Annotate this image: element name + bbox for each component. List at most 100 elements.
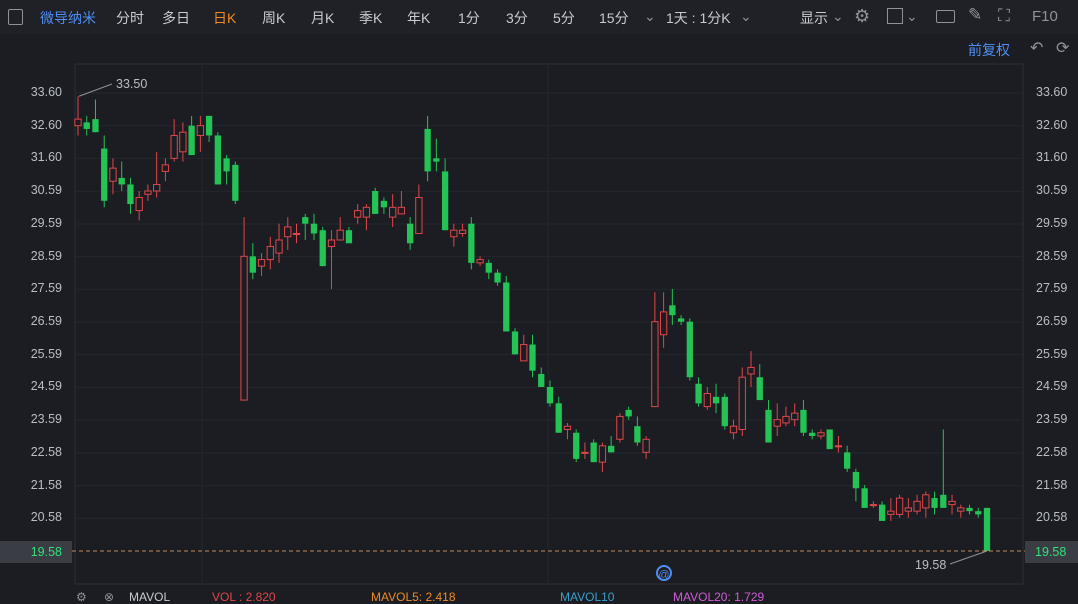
- candle-body: [651, 321, 659, 408]
- right-tick-label: 27.59: [1036, 281, 1068, 296]
- left-tick-label: 23.59: [30, 412, 62, 426]
- stock-name[interactable]: 微导纳米: [40, 8, 96, 28]
- left-tick-label: 21.58: [30, 477, 62, 492]
- right-tick-label: 32.60: [1036, 117, 1068, 132]
- tab-intraday[interactable]: 分时: [116, 8, 144, 28]
- display-chevron-icon[interactable]: ⌄: [832, 8, 844, 25]
- candle-body: [782, 415, 790, 424]
- candle-body: [546, 387, 554, 404]
- left-tick-label: 30.59: [30, 183, 62, 198]
- candle-body: [109, 167, 117, 182]
- candle-body: [310, 223, 318, 234]
- candle-body: [433, 158, 440, 162]
- fullscreen-icon[interactable]: ⛶: [998, 6, 1010, 26]
- settings-gear-icon[interactable]: ⚙: [854, 6, 870, 27]
- right-tick-label: 21.58: [1036, 477, 1068, 492]
- scroll-to-latest-icon[interactable]: @: [656, 565, 672, 581]
- candle-body: [983, 507, 991, 551]
- candle-body: [642, 438, 650, 453]
- tab-3min[interactable]: 3分: [506, 8, 528, 28]
- candle-body: [616, 415, 624, 440]
- candle-body: [389, 206, 397, 218]
- tab-monthly-k[interactable]: 月K: [311, 8, 334, 28]
- left-tick-label: 32.60: [30, 117, 62, 132]
- volume-indicator-name[interactable]: MAVOL: [129, 590, 170, 604]
- candle-body: [520, 344, 528, 362]
- candle-body: [179, 131, 187, 153]
- tab-quarterly-k[interactable]: 季K: [359, 8, 382, 28]
- candle-body: [92, 119, 99, 133]
- candle-body: [659, 311, 668, 336]
- tab-yearly-k[interactable]: 年K: [407, 8, 430, 28]
- candle-body: [336, 229, 344, 241]
- reset-icon[interactable]: ⟳: [1056, 38, 1069, 58]
- candle-body: [538, 373, 545, 388]
- candle-body: [922, 494, 930, 509]
- sidebar-toggle-icon[interactable]: [8, 9, 23, 25]
- tab-multiday[interactable]: 多日: [162, 8, 190, 28]
- candle-body: [485, 262, 492, 273]
- candle-body: [957, 507, 965, 512]
- left-tick-label: 33.60: [30, 85, 62, 99]
- tab-1min[interactable]: 1分: [458, 8, 480, 28]
- candle-body: [319, 230, 326, 267]
- right-tick-label: 20.58: [1036, 510, 1068, 525]
- range-chevron-icon[interactable]: ⌄: [740, 8, 752, 25]
- volume-close-icon[interactable]: ⊗: [104, 590, 114, 604]
- f10-button[interactable]: F10: [1032, 8, 1058, 25]
- candle-body: [302, 217, 309, 224]
- candle-body: [756, 377, 763, 401]
- right-tick-label: 24.59: [1036, 379, 1068, 394]
- right-tick-label: 30.59: [1036, 183, 1068, 198]
- candle-body: [834, 445, 843, 448]
- candle-body: [712, 396, 720, 404]
- volume-legend: ⚙ ⊗ MAVOL VOL : 2.820 MAVOL5: 2.418 MAVO…: [0, 584, 1078, 604]
- candle-body: [170, 134, 178, 159]
- right-tick-label: 33.60: [1036, 85, 1068, 99]
- candle-body: [232, 164, 239, 201]
- checkbox-chevron-icon[interactable]: ⌄: [906, 8, 918, 25]
- candle-body: [809, 432, 816, 437]
- candle-body: [895, 497, 904, 515]
- candle-body: [817, 432, 825, 437]
- candle-body: [101, 148, 108, 201]
- display-menu[interactable]: 显示: [800, 8, 828, 28]
- tab-15min[interactable]: 15分: [599, 8, 629, 28]
- candle-body: [406, 223, 414, 244]
- candle-body: [415, 197, 423, 234]
- mavol10-value: MAVOL10: [560, 590, 615, 604]
- candle-body: [249, 256, 256, 273]
- candle-body: [284, 226, 292, 238]
- candle-body: [327, 239, 336, 248]
- tab-5min[interactable]: 5分: [553, 8, 575, 28]
- candle-body: [844, 452, 851, 469]
- current-price-right: 19.58: [1025, 541, 1078, 563]
- high-pointer-line: [78, 83, 113, 97]
- tab-weekly-k[interactable]: 周K: [262, 8, 285, 28]
- left-tick-label: 29.59: [30, 215, 62, 230]
- candlestick-chart[interactable]: [0, 0, 1078, 600]
- camera-icon[interactable]: [936, 10, 955, 23]
- candle-body: [441, 171, 449, 231]
- candle-body: [118, 177, 125, 185]
- square-checkbox-icon[interactable]: [887, 8, 903, 24]
- range-select[interactable]: 1天 : 1分K: [666, 8, 731, 28]
- volume-settings-icon[interactable]: ⚙: [76, 590, 87, 604]
- adjust-mode-button[interactable]: 前复权: [968, 40, 1010, 60]
- candle-body: [948, 500, 956, 506]
- candle-body: [214, 135, 221, 185]
- candle-body: [669, 305, 676, 316]
- tab-daily-k[interactable]: 日K: [213, 8, 236, 28]
- left-tick-label: 31.60: [30, 150, 62, 165]
- low-price-label: 19.58: [915, 558, 947, 572]
- candle-body: [940, 494, 947, 508]
- candle-body: [266, 246, 274, 261]
- left-tick-label: 25.59: [30, 346, 62, 361]
- candle-body: [887, 510, 895, 515]
- candle-body: [144, 190, 152, 195]
- period-more-chevron-icon[interactable]: ⌄: [644, 8, 656, 25]
- pen-icon[interactable]: ✎: [968, 5, 982, 25]
- candle-body: [765, 409, 772, 443]
- candle-body: [380, 200, 388, 208]
- undo-icon[interactable]: ↶: [1030, 38, 1043, 58]
